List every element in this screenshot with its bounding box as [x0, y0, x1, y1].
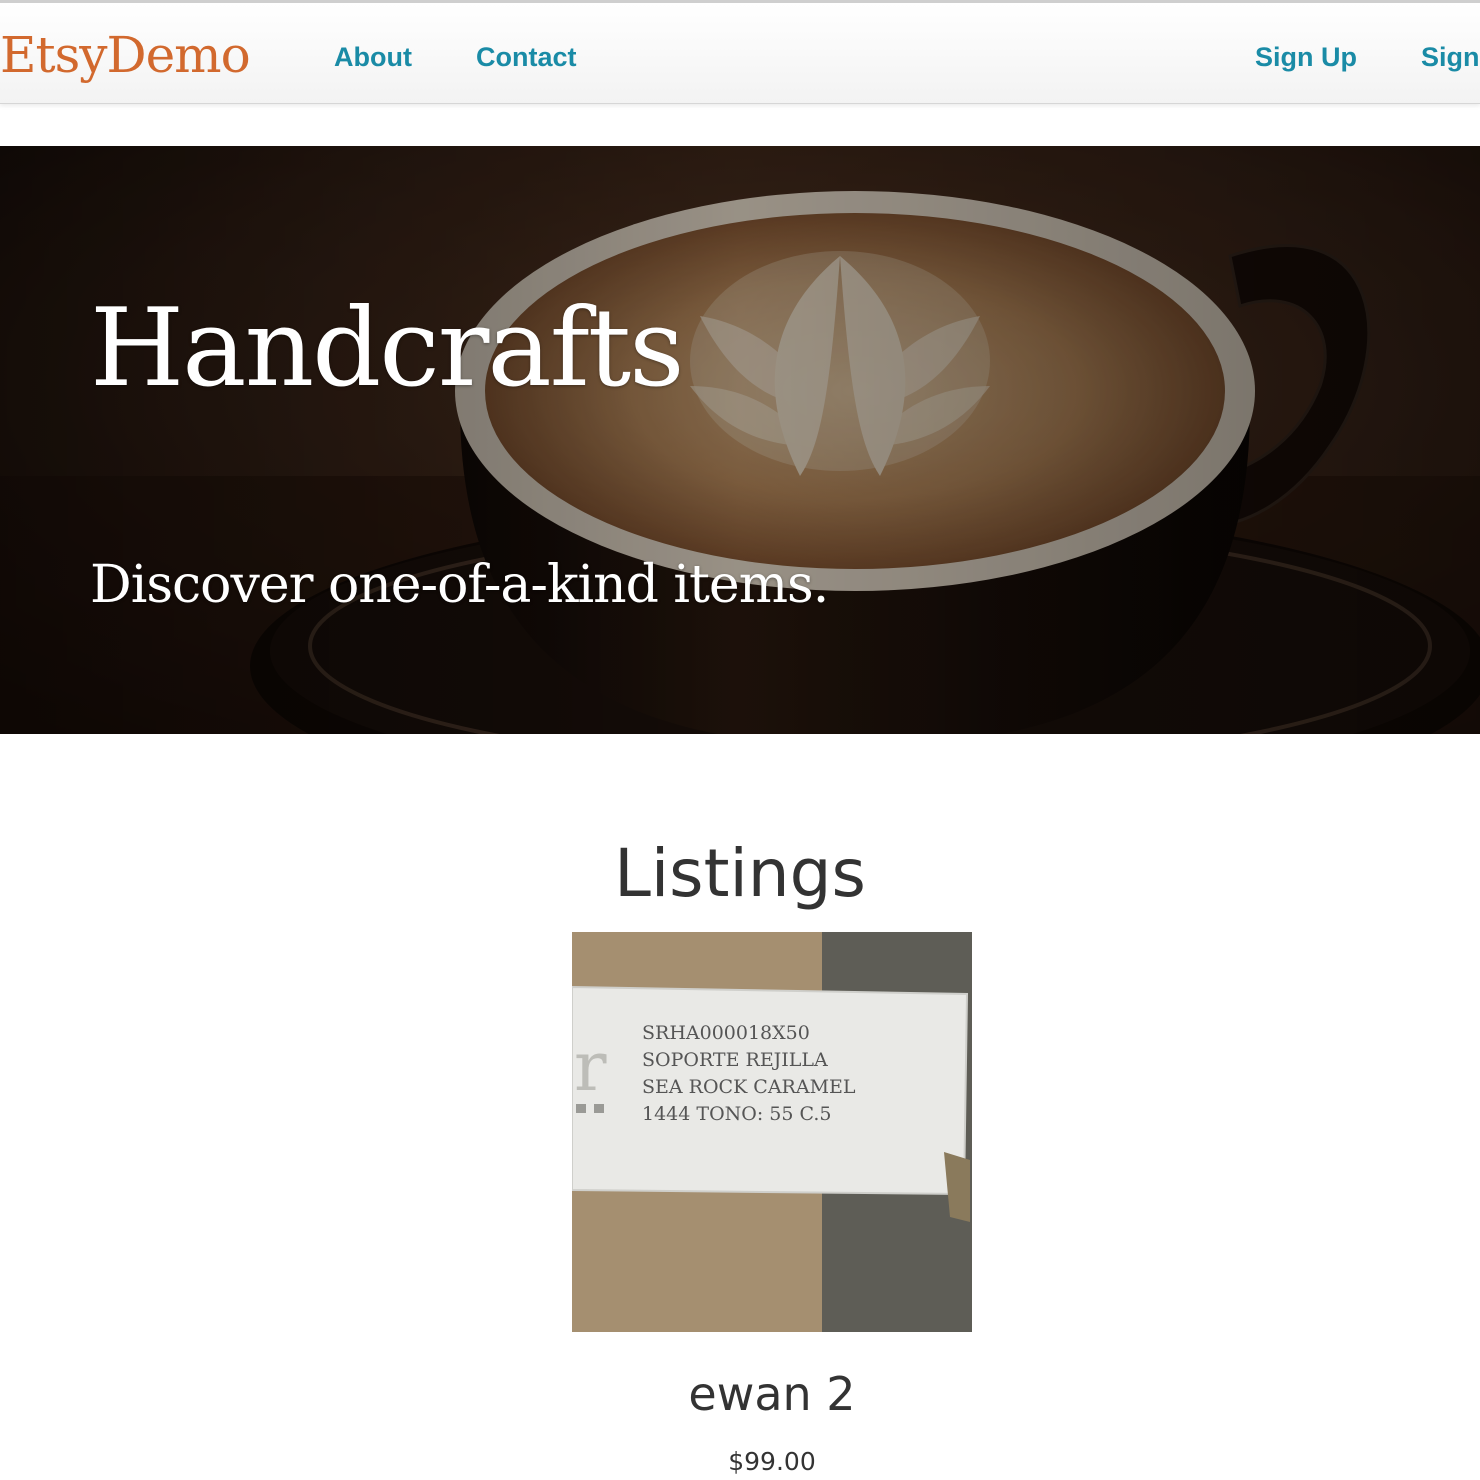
- nav-link-contact[interactable]: Contact: [476, 41, 577, 73]
- label-line-3: SEA ROCK CARAMEL: [642, 1076, 856, 1098]
- label-line-2: SOPORTE REJILLA: [642, 1049, 828, 1071]
- nav-link-sign-in[interactable]: Sign: [1421, 41, 1480, 73]
- label-line-1: SRHA000018X50: [642, 1022, 810, 1044]
- hero-title: Handcrafts: [90, 286, 685, 411]
- listings-heading: Listings: [614, 835, 866, 912]
- nav-link-sign-up[interactable]: Sign Up: [1255, 41, 1357, 73]
- svg-text:r: r: [574, 1028, 607, 1107]
- nav-link-about[interactable]: About: [334, 41, 412, 73]
- listing-image[interactable]: r SRHA000018X50 SOPORTE REJILLA SEA ROCK…: [572, 932, 972, 1332]
- brand-logo-link[interactable]: EtsyDemo: [0, 25, 251, 85]
- top-navbar: EtsyDemo About Contact Sign Up Sign: [0, 0, 1480, 104]
- label-line-4: 1444 TONO: 55 C.5: [642, 1103, 832, 1125]
- listing-card[interactable]: r SRHA000018X50 SOPORTE REJILLA SEA ROCK…: [572, 932, 972, 1480]
- listing-price: $99.00: [728, 1447, 816, 1476]
- hero-subtitle: Discover one-of-a-kind items.: [90, 555, 829, 615]
- listing-name[interactable]: ewan 2: [572, 1366, 972, 1422]
- hero-banner: Handcrafts Discover one-of-a-kind items.: [0, 146, 1480, 734]
- coffee-latte-art-image: [0, 146, 1480, 734]
